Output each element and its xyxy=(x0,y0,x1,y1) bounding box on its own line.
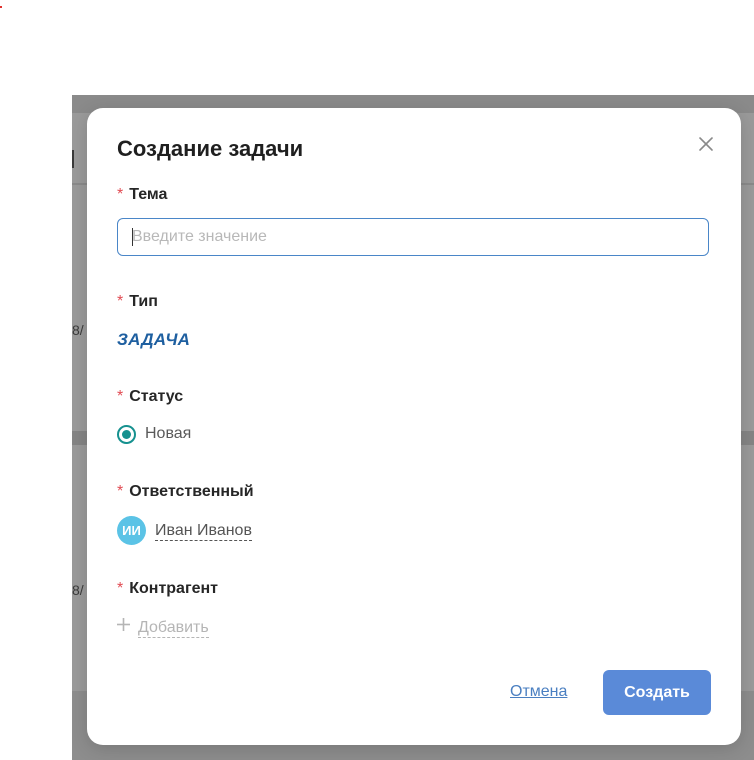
required-marker: * xyxy=(117,580,124,597)
background-text: 8/ xyxy=(72,322,84,338)
add-counterparty-link[interactable]: Добавить xyxy=(138,619,209,638)
status-label-text: Статус xyxy=(129,388,184,405)
status-label: * Статус xyxy=(117,388,183,406)
type-label: * Тип xyxy=(117,293,158,311)
plus-icon[interactable] xyxy=(116,617,131,632)
counterparty-label: * Контрагент xyxy=(117,580,218,598)
required-marker: * xyxy=(117,186,124,203)
required-marker: * xyxy=(117,388,124,405)
assignee-label-text: Ответственный xyxy=(129,483,254,500)
screen: 8/ 8/ Создание задачи * Тема * Тип ЗАДАЧА … xyxy=(0,0,754,760)
status-radio[interactable] xyxy=(117,425,136,444)
type-value: ЗАДАЧА xyxy=(117,330,191,349)
subject-input[interactable] xyxy=(117,218,709,256)
background-bar xyxy=(72,150,74,168)
status-value[interactable]: Новая xyxy=(145,425,191,443)
counterparty-label-text: Контрагент xyxy=(129,580,219,597)
close-button[interactable] xyxy=(695,133,717,155)
cancel-button[interactable]: Отмена xyxy=(510,683,567,701)
required-marker: * xyxy=(117,483,124,500)
avatar: ИИ xyxy=(117,516,146,545)
text-caret xyxy=(132,228,133,246)
background-text: 8/ xyxy=(72,582,84,598)
required-marker: * xyxy=(117,293,124,310)
subject-label-text: Тема xyxy=(129,186,168,203)
assignee-label: * Ответственный xyxy=(117,483,254,501)
corner-marker xyxy=(0,6,2,8)
close-icon xyxy=(699,137,713,151)
subject-label: * Тема xyxy=(117,186,167,204)
create-task-dialog: Создание задачи * Тема * Тип ЗАДАЧА * Стату… xyxy=(87,108,741,745)
dialog-title: Создание задачи xyxy=(117,136,304,161)
assignee-name-link[interactable]: Иван Иванов xyxy=(155,522,252,541)
create-button[interactable]: Создать xyxy=(603,670,711,715)
type-label-text: Тип xyxy=(129,293,158,310)
